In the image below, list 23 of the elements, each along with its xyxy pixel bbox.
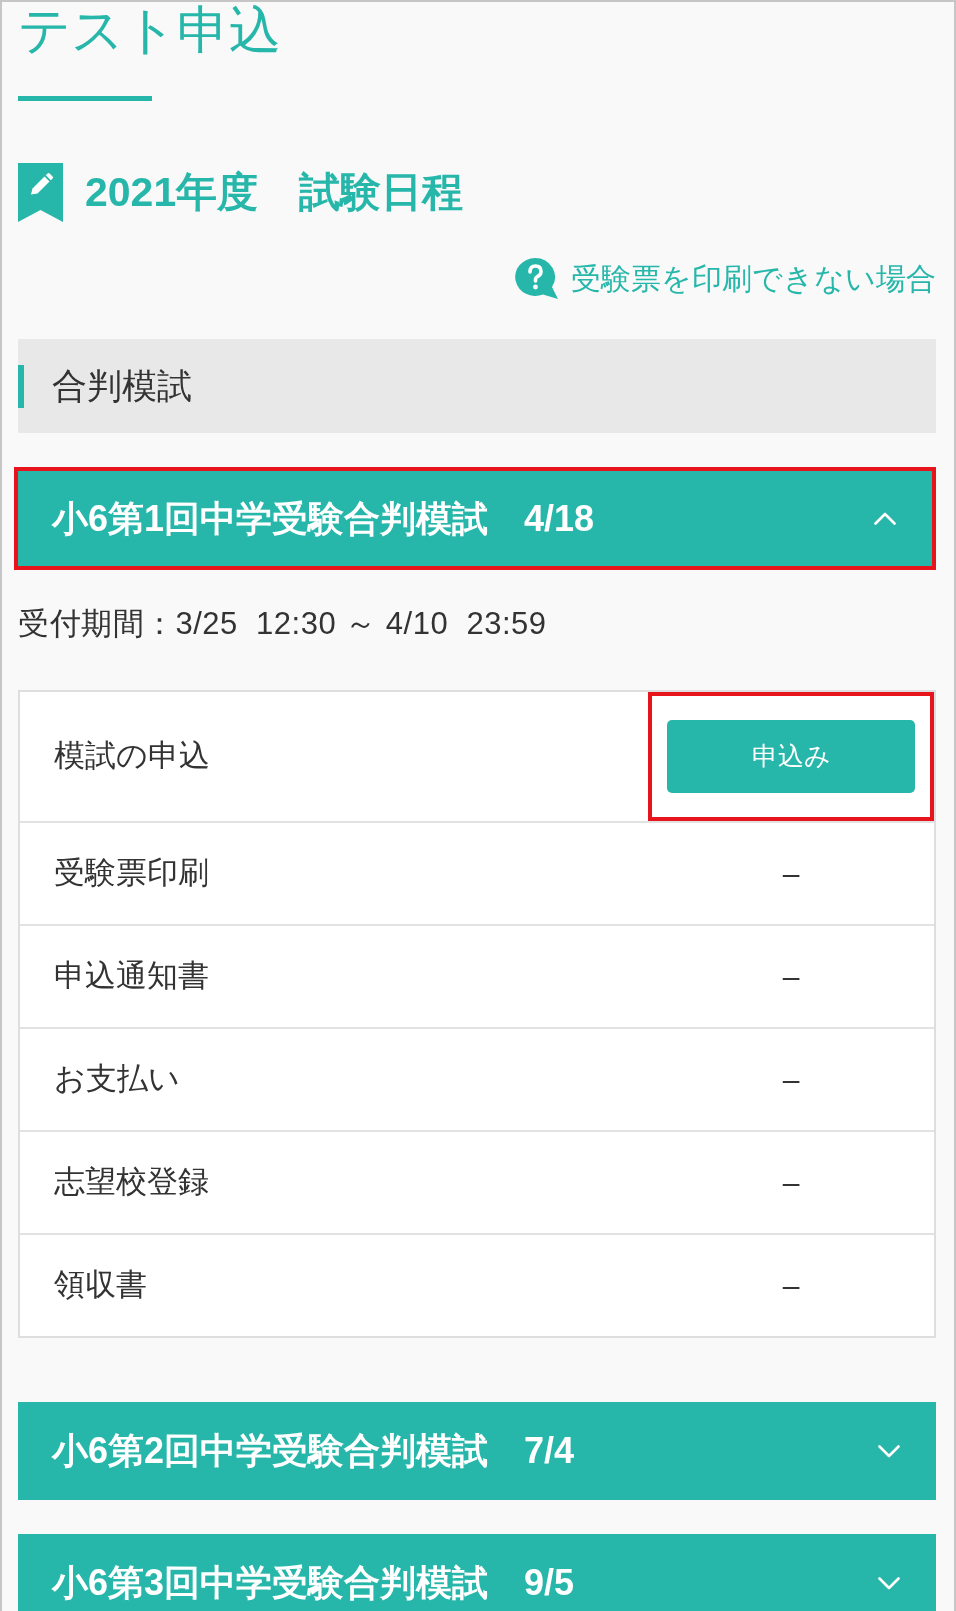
step-status: – [782,959,800,995]
help-link[interactable]: 受験票を印刷できない場合 [513,258,936,299]
step-label: 受験票印刷 [53,854,209,893]
step-label: 模試の申込 [53,737,210,776]
application-period: 受付期間：3/25 12:30 ～ 4/10 23:59 [18,605,548,643]
step-label: 志望校登録 [53,1163,209,1202]
step-label: お支払い [53,1060,180,1099]
step-status: – [782,1062,800,1098]
apply-button[interactable]: 申込み [667,720,915,793]
help-icon [513,258,559,299]
category-label: 合判模試 [52,364,192,407]
step-status: – [782,1268,800,1304]
step-label: 申込通知書 [53,957,209,996]
exam-header[interactable]: 小6第2回中学受験合判模試 7/4 [18,1402,936,1500]
step-status: – [782,856,800,892]
step-status: – [782,1165,800,1201]
section-heading: 2021年度 試験日程 [85,167,464,217]
step-label: 領収書 [53,1266,147,1305]
exam-header[interactable]: 小6第1回中学受験合判模試 4/18 [14,467,936,570]
page-title: テスト申込 [18,2,282,58]
accent-bar [18,364,24,408]
pencil-bookmark-icon [18,163,63,222]
exam-header[interactable]: 小6第3回中学受験合判模試 9/5 [18,1534,936,1611]
